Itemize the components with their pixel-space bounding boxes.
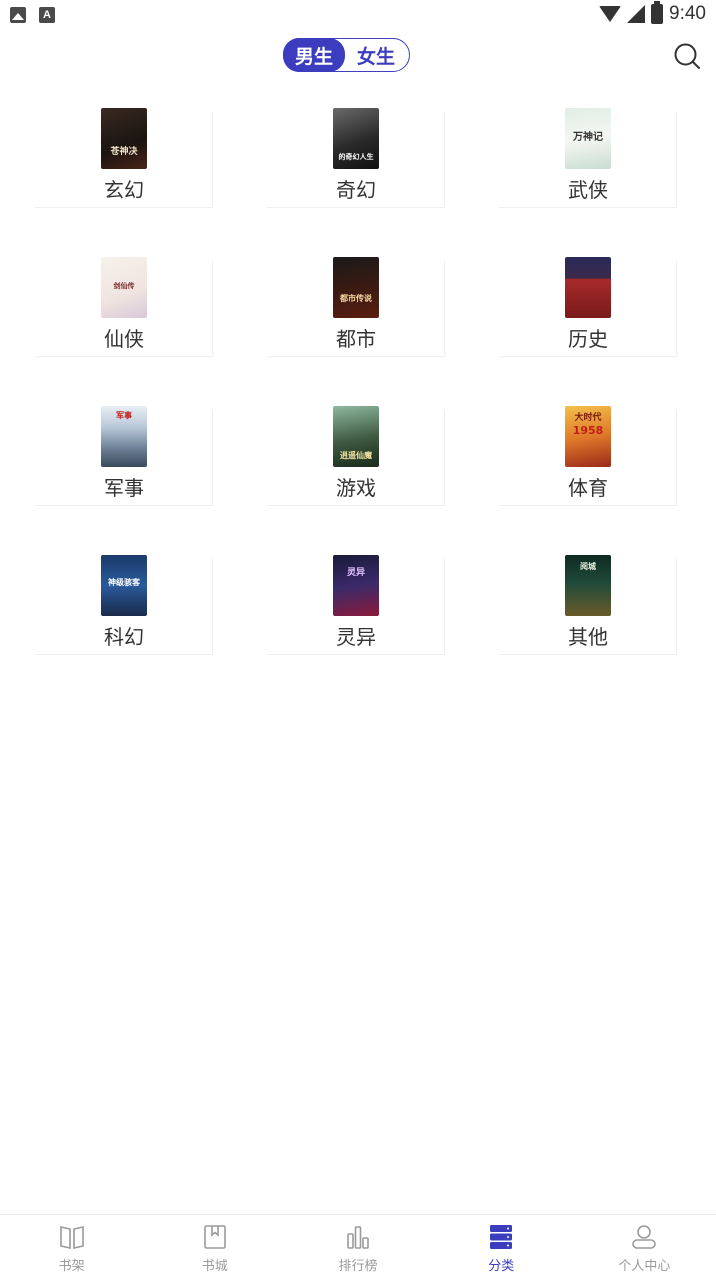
category-wuxia[interactable]: 万神记 武侠 [499,104,677,208]
wifi-icon [599,6,622,22]
nav-label: 个人中心 [618,1259,671,1274]
book-cover: 剑仙传 [101,257,147,318]
category-label: 体育 [568,476,608,500]
book-cover: 阅城 [565,555,611,616]
nav-label: 书城 [201,1259,228,1274]
gender-toggle: 男生 女生 [283,38,410,72]
book-cover: 都市传说 [333,257,379,318]
category-label: 都市 [336,327,376,351]
category-label: 奇幻 [336,178,376,202]
category-label: 科幻 [104,625,144,649]
nav-label: 分类 [488,1259,515,1274]
category-lingyi[interactable]: 灵异 灵异 [267,551,445,655]
category-label: 军事 [104,476,144,500]
nav-label: 排行榜 [338,1259,378,1274]
user-icon [632,1225,657,1249]
category-xianxia[interactable]: 剑仙传 仙侠 [35,253,213,357]
category-label: 仙侠 [104,327,144,351]
bottom-nav: 书架 书城 排行榜 分类 个人中心 [0,1214,716,1280]
nav-bookshelf[interactable]: 书架 [0,1215,143,1280]
category-label: 玄幻 [104,178,144,202]
signal-icon [627,5,646,23]
book-cover: 大时代 1958 [565,406,611,467]
book-cover: 的奇幻人生 [333,108,379,169]
category-label: 历史 [568,327,608,351]
category-youxi[interactable]: 逍遥仙魔 游戏 [267,402,445,506]
battery-icon [651,1,664,24]
a-icon: A [39,7,55,23]
nav-category[interactable]: 分类 [430,1215,573,1280]
book-cover: 军事 [101,406,147,467]
category-xuanhuan[interactable]: 苍神决 玄幻 [35,104,213,208]
book-cover: 逍遥仙魔 [333,406,379,467]
category-list-icon [490,1225,513,1249]
category-label: 游戏 [336,476,376,500]
category-dushi[interactable]: 都市传说 都市 [267,253,445,357]
status-time: 9:40 [669,3,706,24]
book-cover: 灵异 [333,555,379,616]
tab-male[interactable]: 男生 [283,38,345,72]
bookmark-book-icon [203,1225,226,1249]
search-icon[interactable] [673,42,701,70]
nav-profile[interactable]: 个人中心 [573,1215,716,1280]
category-tiyu[interactable]: 大时代 1958 体育 [499,402,677,506]
nav-label: 书架 [58,1259,85,1274]
category-qihuan[interactable]: 的奇幻人生 奇幻 [267,104,445,208]
status-bar: A 9:40 [0,0,716,30]
category-qita[interactable]: 阅城 其他 [499,551,677,655]
category-label: 其他 [568,625,608,649]
book-cover: 神级骇客 [101,555,147,616]
bar-chart-icon [347,1226,369,1249]
category-kehuan[interactable]: 神级骇客 科幻 [35,551,213,655]
book-cover: 万神记 [565,108,611,169]
book-open-icon [59,1226,84,1249]
nav-bookstore[interactable]: 书城 [143,1215,286,1280]
category-lishi[interactable]: 历史 [499,253,677,357]
category-label: 武侠 [568,178,608,202]
nav-ranking[interactable]: 排行榜 [286,1215,429,1280]
category-junshi[interactable]: 军事 军事 [35,402,213,506]
book-cover: 苍神决 [101,108,147,169]
tab-female[interactable]: 女生 [345,39,407,71]
category-label: 灵异 [336,625,376,649]
book-cover [565,257,611,318]
image-icon [10,7,26,23]
